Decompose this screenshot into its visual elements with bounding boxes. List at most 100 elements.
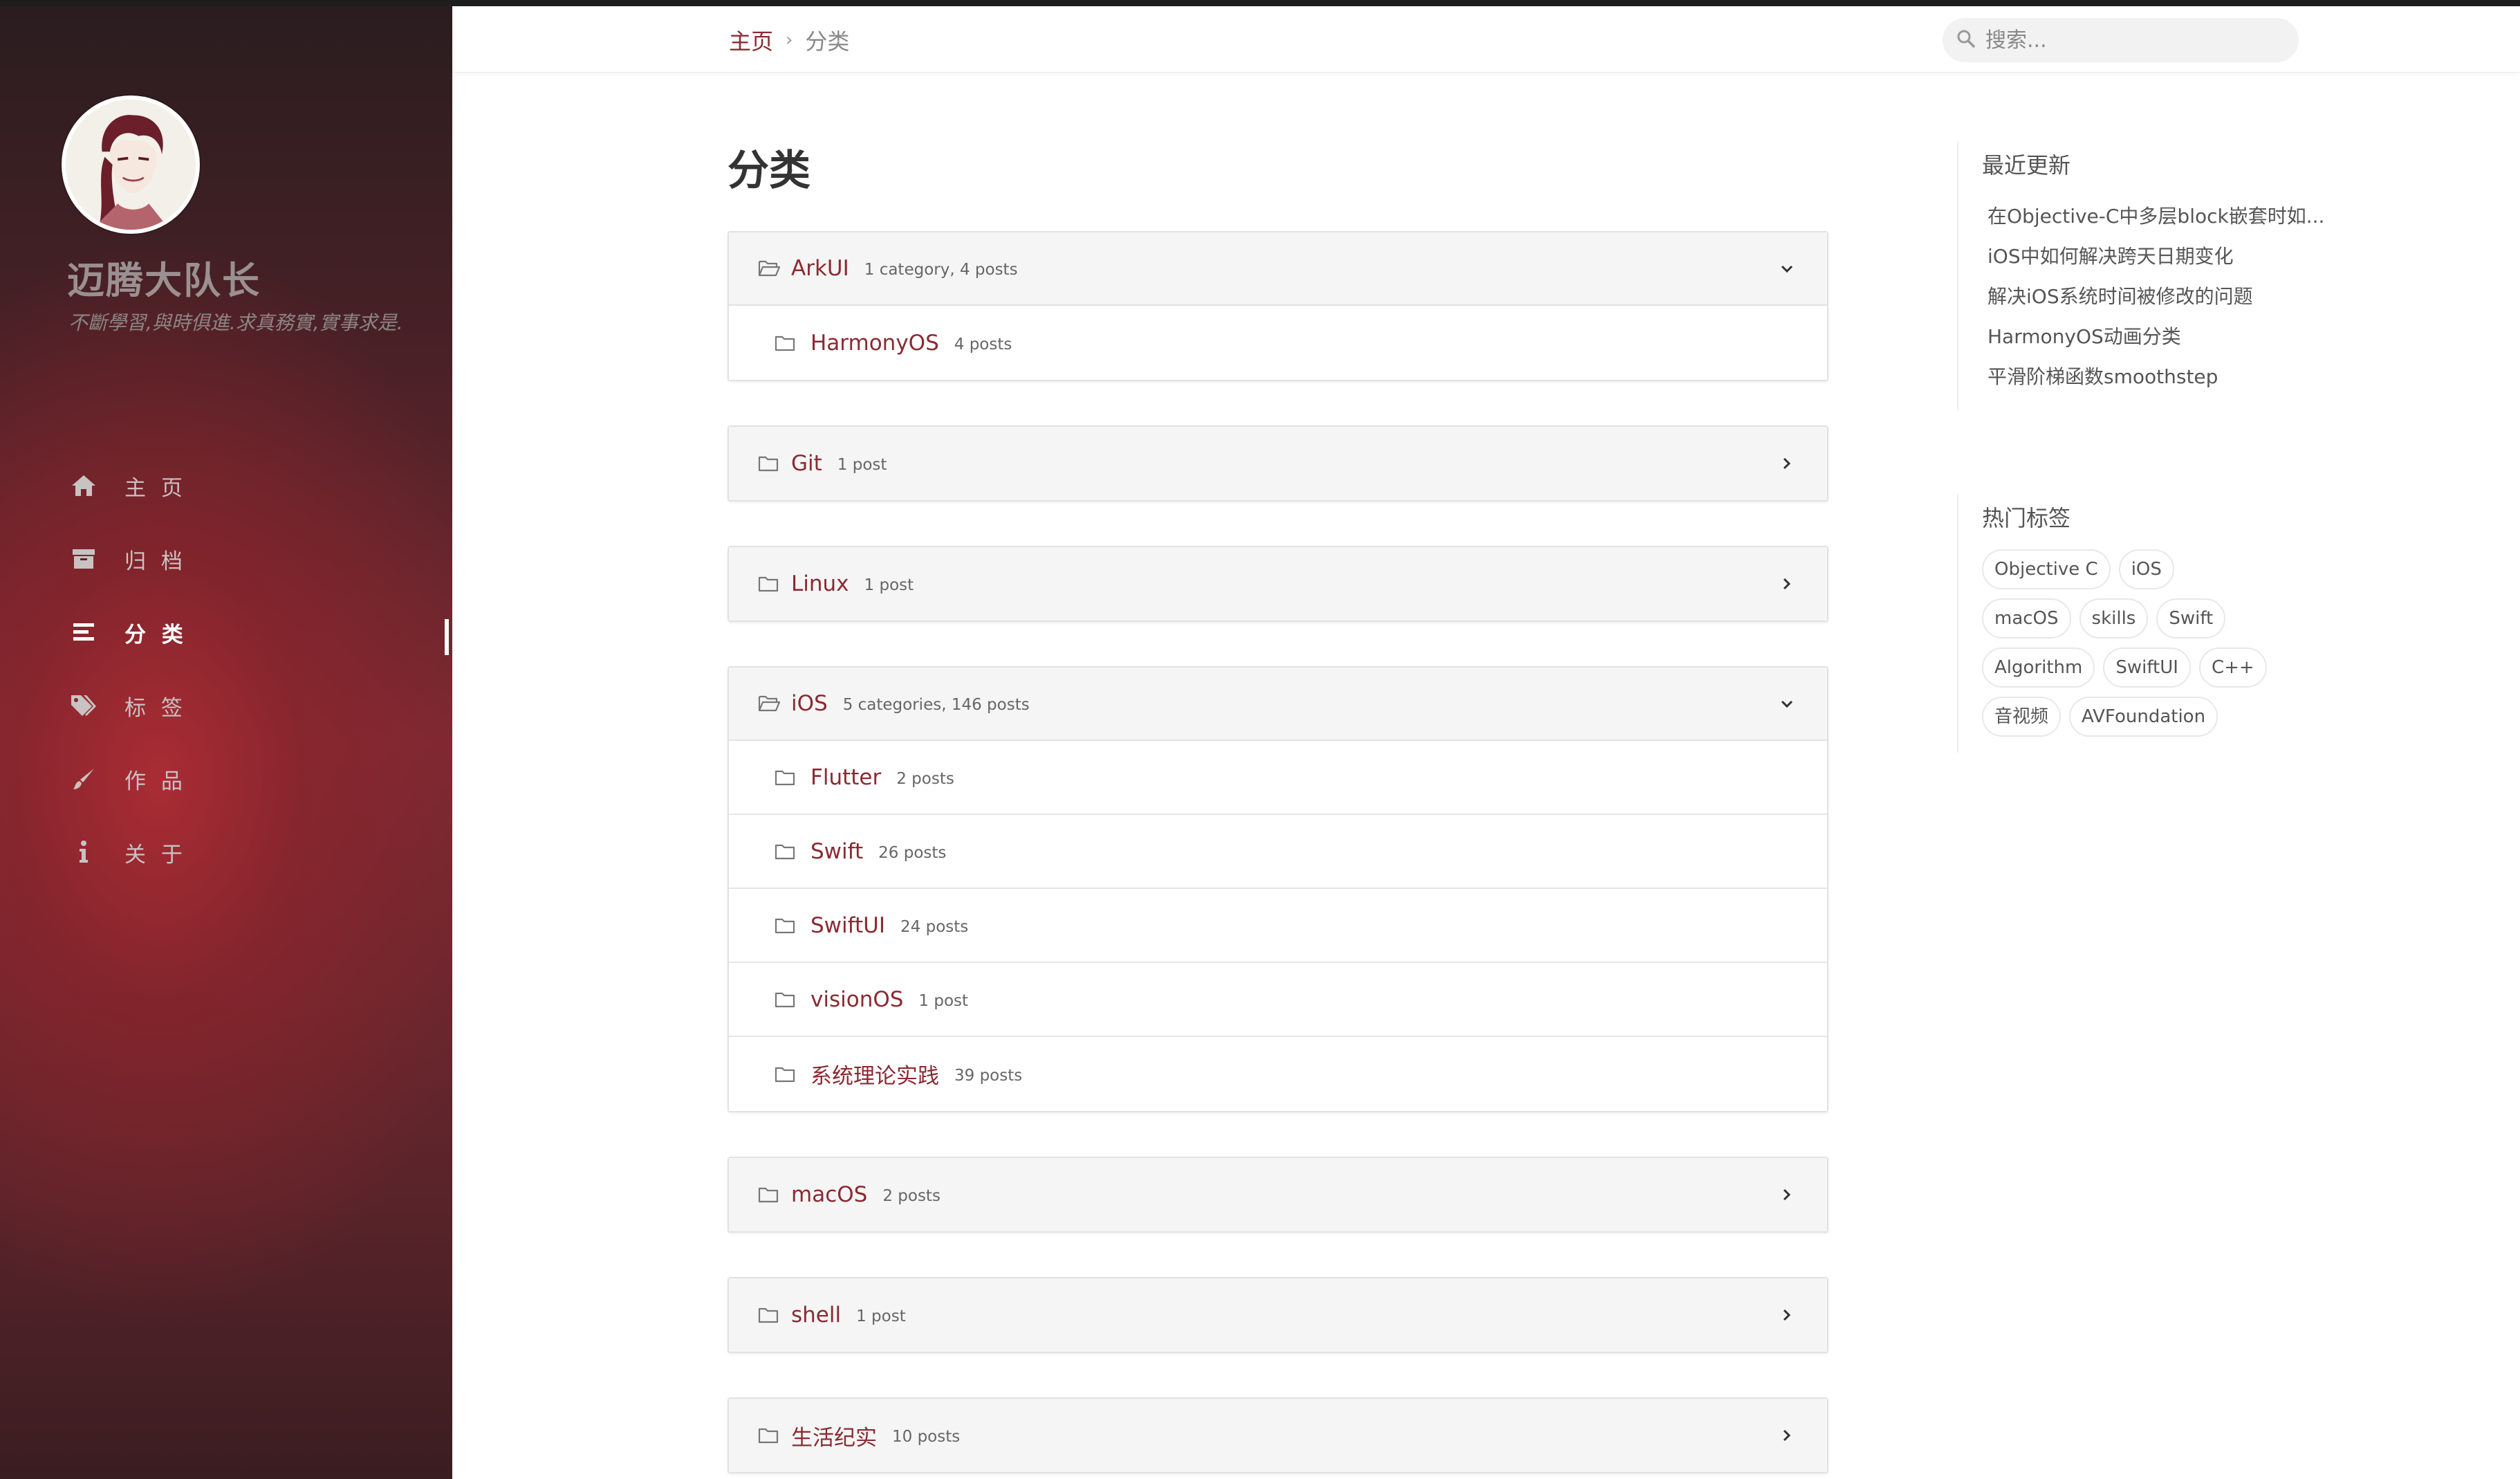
tag-link[interactable]: skills <box>2079 598 2149 639</box>
folder-icon <box>775 767 798 788</box>
subcategory-row[interactable]: 系统理论实践 39 posts <box>729 1037 1827 1111</box>
category-link[interactable]: iOS <box>791 691 828 716</box>
recent-post-link[interactable]: iOS中如何解决跨天日期变化 <box>1982 237 2328 277</box>
breadcrumb-home-link[interactable]: 主页 <box>729 24 773 56</box>
tag-link[interactable]: iOS <box>2118 549 2174 589</box>
subcategory-link[interactable]: 系统理论实践 <box>810 1058 939 1090</box>
subcategory-link[interactable]: HarmonyOS <box>810 331 939 356</box>
subcategory-count: 39 posts <box>954 1066 1023 1085</box>
recent-post-link[interactable]: HarmonyOS动画分类 <box>1982 317 2328 357</box>
subcategory-count: 24 posts <box>900 917 969 936</box>
right-sidebar: 最近更新 在Objective-C中多层block嵌套时如... iOS中如何解… <box>1957 141 2344 753</box>
folder-icon <box>775 989 798 1010</box>
folder-icon <box>775 333 798 353</box>
subcategory-row[interactable]: Swift 26 posts <box>729 815 1827 889</box>
category-header[interactable]: iOS 5 categories, 146 posts <box>729 668 1827 741</box>
category-link[interactable]: shell <box>791 1303 841 1328</box>
sidebar-menu: 主 页 归 档 分 类 标 签 作 品 关 于 <box>69 449 449 889</box>
chevron-right-icon[interactable] <box>1776 1304 1798 1326</box>
category-card: Linux 1 post <box>728 546 1828 622</box>
sidebar-item-about[interactable]: 关 于 <box>69 816 443 889</box>
folder-icon <box>775 915 798 936</box>
tag-link[interactable]: AVFoundation <box>2069 697 2218 737</box>
subcategory-count: 2 posts <box>896 769 954 788</box>
category-link[interactable]: Git <box>791 451 822 476</box>
tag-link[interactable]: SwiftUI <box>2103 647 2191 688</box>
sidebar-item-label: 标 签 <box>124 695 187 721</box>
subcategory-link[interactable]: visionOS <box>810 987 903 1012</box>
chevron-right-icon[interactable] <box>1776 1184 1798 1206</box>
tag-link[interactable]: C++ <box>2198 647 2267 688</box>
recent-post-link[interactable]: 解决iOS系统时间被修改的问题 <box>1982 277 2328 317</box>
category-link[interactable]: ArkUI <box>791 256 849 281</box>
category-header[interactable]: Linux 1 post <box>729 547 1827 621</box>
subcategory-count: 4 posts <box>954 335 1012 353</box>
page-title: 分类 <box>728 147 810 195</box>
chevron-down-icon[interactable] <box>1776 258 1798 280</box>
category-link[interactable]: Linux <box>791 571 849 596</box>
tag-link[interactable]: macOS <box>1982 598 2071 639</box>
subcategory-row[interactable]: visionOS 1 post <box>729 963 1827 1037</box>
recent-posts-title: 最近更新 <box>1982 152 2071 178</box>
category-link[interactable]: macOS <box>791 1182 867 1207</box>
list-icon <box>69 618 98 647</box>
page: 迈腾大队长 不斷學習,與時俱進.求真務實,實事求是. 主 页 归 档 分 类 标… <box>0 0 2520 1479</box>
sidebar-item-tags[interactable]: 标 签 <box>69 669 443 742</box>
chevron-right-icon[interactable] <box>1776 452 1798 475</box>
sidebar-item-label: 主 页 <box>124 475 187 501</box>
category-card: ArkUI 1 category, 4 posts HarmonyOS 4 po… <box>728 231 1828 381</box>
subcategory-link[interactable]: Flutter <box>810 765 881 790</box>
subcategory-link[interactable]: Swift <box>810 839 863 864</box>
category-header[interactable]: macOS 2 posts <box>729 1158 1827 1231</box>
category-link[interactable]: 生活纪实 <box>791 1420 877 1451</box>
recent-post-link[interactable]: 平滑阶梯函数smoothstep <box>1982 357 2328 397</box>
top-bar <box>0 0 2520 6</box>
category-count: 1 post <box>837 456 887 474</box>
home-icon <box>69 471 98 500</box>
avatar-portrait-icon <box>66 100 196 230</box>
sidebar-item-categories[interactable]: 分 类 <box>69 596 449 669</box>
sidebar-item-label: 分 类 <box>124 622 187 647</box>
category-header[interactable]: Git 1 post <box>729 427 1827 500</box>
folder-open-icon <box>758 258 781 279</box>
sidebar-item-home[interactable]: 主 页 <box>69 449 443 522</box>
chevron-right-icon[interactable] <box>1776 573 1798 595</box>
category-count: 1 post <box>864 576 914 594</box>
subcategory-count: 26 posts <box>878 843 947 862</box>
hot-tags-title: 热门标签 <box>1982 505 2071 531</box>
category-header[interactable]: shell 1 post <box>729 1278 1827 1352</box>
search-input[interactable] <box>1985 28 2283 53</box>
category-header[interactable]: 生活纪实 10 posts <box>729 1399 1827 1472</box>
tag-link[interactable]: Swift <box>2156 598 2226 639</box>
recent-post-link[interactable]: 在Objective-C中多层block嵌套时如... <box>1982 196 2328 237</box>
site-title[interactable]: 迈腾大队长 <box>67 250 261 304</box>
folder-icon <box>758 1305 781 1325</box>
sidebar-item-label: 归 档 <box>124 549 187 574</box>
category-count: 1 post <box>856 1307 906 1325</box>
breadcrumb-current: 分类 <box>805 28 850 55</box>
tag-link[interactable]: 音视频 <box>1982 697 2062 737</box>
tag-link[interactable]: Algorithm <box>1982 647 2095 688</box>
sidebar: 迈腾大队长 不斷學習,與時俱進.求真務實,實事求是. 主 页 归 档 分 类 标… <box>0 6 452 1479</box>
breadcrumb-separator: › <box>786 30 793 50</box>
folder-icon <box>758 1184 781 1205</box>
category-count: 1 category, 4 posts <box>864 261 1018 279</box>
subcategory-row[interactable]: SwiftUI 24 posts <box>729 889 1827 963</box>
tag-cloud: Objective C iOS macOS skills Swift Algor… <box>1982 549 2279 746</box>
sidebar-item-works[interactable]: 作 品 <box>69 742 443 816</box>
category-card: 生活纪实 10 posts <box>728 1397 1828 1473</box>
chevron-down-icon[interactable] <box>1776 693 1798 715</box>
category-card: Git 1 post <box>728 425 1828 502</box>
tags-icon <box>69 691 98 720</box>
subcategory-row[interactable]: HarmonyOS 4 posts <box>729 306 1827 380</box>
chevron-right-icon[interactable] <box>1776 1424 1798 1446</box>
search-box[interactable] <box>1943 18 2299 62</box>
tag-link[interactable]: Objective C <box>1982 549 2111 589</box>
sidebar-item-archive[interactable]: 归 档 <box>69 522 443 596</box>
avatar[interactable] <box>62 95 200 234</box>
subcategory-link[interactable]: SwiftUI <box>810 913 885 938</box>
category-header[interactable]: ArkUI 1 category, 4 posts <box>729 232 1827 306</box>
folder-open-icon <box>758 693 781 714</box>
search-icon <box>1956 29 1976 51</box>
subcategory-row[interactable]: Flutter 2 posts <box>729 741 1827 815</box>
